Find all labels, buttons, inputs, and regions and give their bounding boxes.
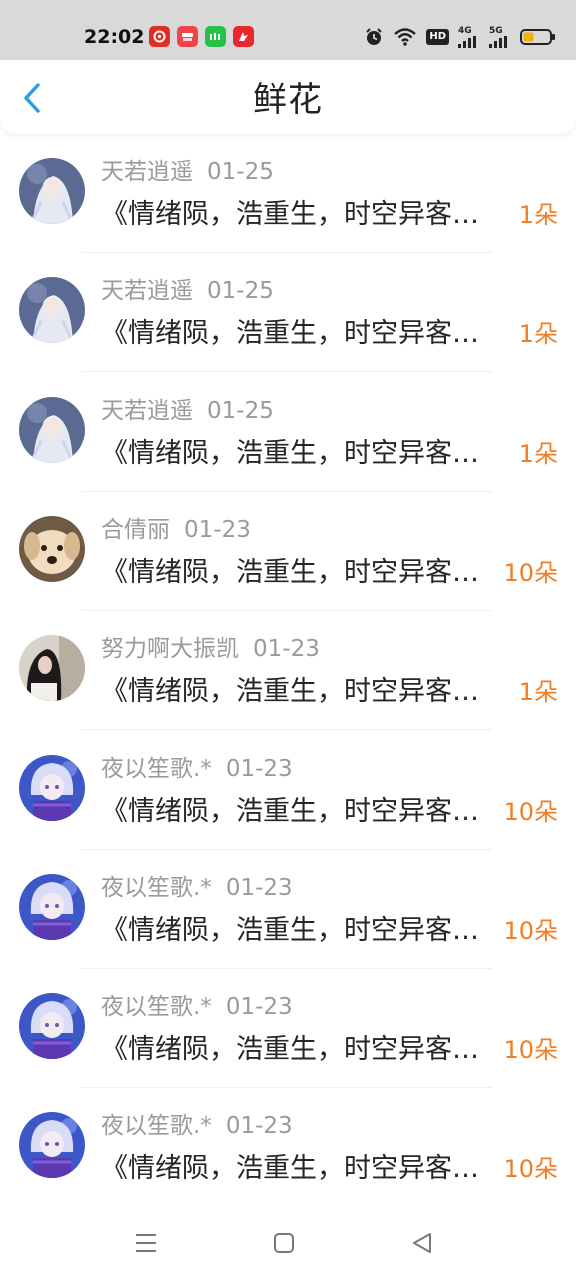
sender-name: 夜以笙歌.* — [101, 755, 212, 782]
list-item[interactable]: 合倩丽 01-23 《情绪陨，浩重生，时空异客… 10朵 — [0, 492, 576, 612]
battery-icon — [520, 28, 556, 46]
avatar[interactable] — [19, 754, 85, 821]
sender-name: 夜以笙歌.* — [101, 874, 212, 901]
wifi-icon — [393, 27, 417, 47]
avatar[interactable] — [19, 1112, 85, 1179]
list-item[interactable]: 天若逍遥 01-25 《情绪陨，浩重生，时空异客… 1朵 — [0, 134, 576, 254]
item-message: 《情绪陨，浩重生，时空异客… — [101, 437, 479, 469]
item-message: 《情绪陨，浩重生，时空异客… — [101, 318, 479, 350]
status-time: 22:02 — [84, 26, 145, 48]
avatar[interactable] — [19, 158, 85, 224]
flower-count: 10朵 — [503, 797, 558, 826]
home-square-icon — [274, 1233, 294, 1253]
flower-count: 1朵 — [518, 678, 558, 707]
item-date: 01-23 — [184, 516, 251, 543]
item-message: 《情绪陨，浩重生，时空异客… — [101, 1153, 479, 1185]
app-taobao-deals-icon — [177, 26, 198, 47]
avatar[interactable] — [19, 396, 85, 463]
sender-name: 天若逍遥 — [101, 397, 193, 424]
item-meta: 夜以笙歌.* 01-23 — [101, 991, 293, 1023]
sender-name: 夜以笙歌.* — [101, 1113, 212, 1140]
sender-name: 合倩丽 — [101, 516, 170, 543]
app-video-icon — [233, 26, 254, 47]
item-date: 01-23 — [253, 636, 320, 663]
sender-name: 天若逍遥 — [101, 278, 193, 305]
flower-count: 10朵 — [503, 558, 558, 587]
avatar[interactable] — [19, 635, 85, 702]
sender-name: 天若逍遥 — [101, 159, 193, 185]
item-date: 01-23 — [225, 755, 293, 782]
status-bar: 22:02 HD 4G 5G — [0, 0, 576, 60]
item-date: 01-25 — [207, 397, 274, 424]
home-button[interactable] — [264, 1223, 304, 1263]
list-item[interactable]: 努力啊大振凯 01-23 《情绪陨，浩重生，时空异客… 1朵 — [0, 611, 576, 731]
item-meta: 天若逍遥 01-25 — [101, 395, 274, 427]
item-message: 《情绪陨，浩重生，时空异客… — [101, 914, 479, 946]
item-meta: 夜以笙歌.* 01-23 — [101, 1110, 293, 1142]
item-meta: 天若逍遥 01-25 — [101, 275, 274, 307]
flower-count: 10朵 — [503, 916, 558, 945]
item-date: 01-25 — [207, 278, 274, 305]
list-item[interactable]: 夜以笙歌.* 01-23 《情绪陨，浩重生，时空异客… 10朵 — [0, 1088, 576, 1208]
list-item[interactable]: 夜以笙歌.* 01-23 《情绪陨，浩重生，时空异客… 10朵 — [0, 731, 576, 851]
item-date: 01-23 — [225, 874, 293, 901]
avatar[interactable] — [19, 277, 85, 344]
flower-count: 10朵 — [503, 1155, 558, 1184]
item-meta: 天若逍遥 01-25 — [101, 156, 274, 188]
flower-count: 1朵 — [518, 201, 558, 229]
signal-5g-icon: 5G — [489, 26, 511, 48]
item-meta: 合倩丽 01-23 — [101, 514, 251, 546]
flower-count: 1朵 — [518, 439, 558, 468]
system-nav-bar — [0, 1205, 576, 1280]
item-message: 《情绪陨，浩重生，时空异客… — [101, 676, 479, 708]
sender-name: 夜以笙歌.* — [101, 994, 212, 1021]
flower-count: 10朵 — [503, 1036, 558, 1065]
signal-4g-icon: 4G — [458, 26, 480, 48]
list-item[interactable]: 天若逍遥 01-25 《情绪陨，浩重生，时空异客… 1朵 — [0, 253, 576, 373]
item-date: 01-25 — [207, 159, 274, 185]
net-4g-label: 4G — [458, 26, 472, 36]
alarm-icon — [364, 27, 384, 47]
item-meta: 努力啊大振凯 01-23 — [101, 633, 320, 665]
header-bar: 鲜花 — [0, 60, 576, 134]
flower-count: 1朵 — [518, 320, 558, 349]
item-message: 《情绪陨，浩重生，时空异客… — [101, 556, 479, 588]
item-message: 《情绪陨，浩重生，时空异客… — [101, 1034, 479, 1066]
app-pinduoduo-icon — [149, 26, 170, 47]
avatar[interactable] — [19, 515, 85, 582]
net-5g-label: 5G — [489, 26, 503, 36]
item-date: 01-23 — [225, 994, 293, 1021]
list-item[interactable]: 夜以笙歌.* 01-23 《情绪陨，浩重生，时空异客… 10朵 — [0, 850, 576, 970]
app-iqiyi-icon — [205, 26, 226, 47]
item-meta: 夜以笙歌.* 01-23 — [101, 872, 293, 904]
item-message: 《情绪陨，浩重生，时空异客… — [101, 795, 479, 827]
page-title: 鲜花 — [253, 80, 323, 120]
menu-button[interactable] — [126, 1223, 166, 1263]
avatar[interactable] — [19, 993, 85, 1060]
avatar[interactable] — [19, 873, 85, 940]
list-item[interactable]: 夜以笙歌.* 01-23 《情绪陨，浩重生，时空异客… 10朵 — [0, 969, 576, 1089]
list-item[interactable]: 天若逍遥 01-25 《情绪陨，浩重生，时空异客… 1朵 — [0, 373, 576, 493]
item-date: 01-23 — [225, 1113, 293, 1140]
item-message: 《情绪陨，浩重生，时空异客… — [101, 199, 479, 230]
back-nav-button[interactable] — [402, 1223, 442, 1263]
item-meta: 夜以笙歌.* 01-23 — [101, 753, 293, 785]
back-triangle-icon — [413, 1233, 431, 1253]
sender-name: 努力啊大振凯 — [101, 636, 239, 663]
hd-badge: HD — [426, 29, 449, 45]
menu-icon — [136, 1234, 156, 1252]
